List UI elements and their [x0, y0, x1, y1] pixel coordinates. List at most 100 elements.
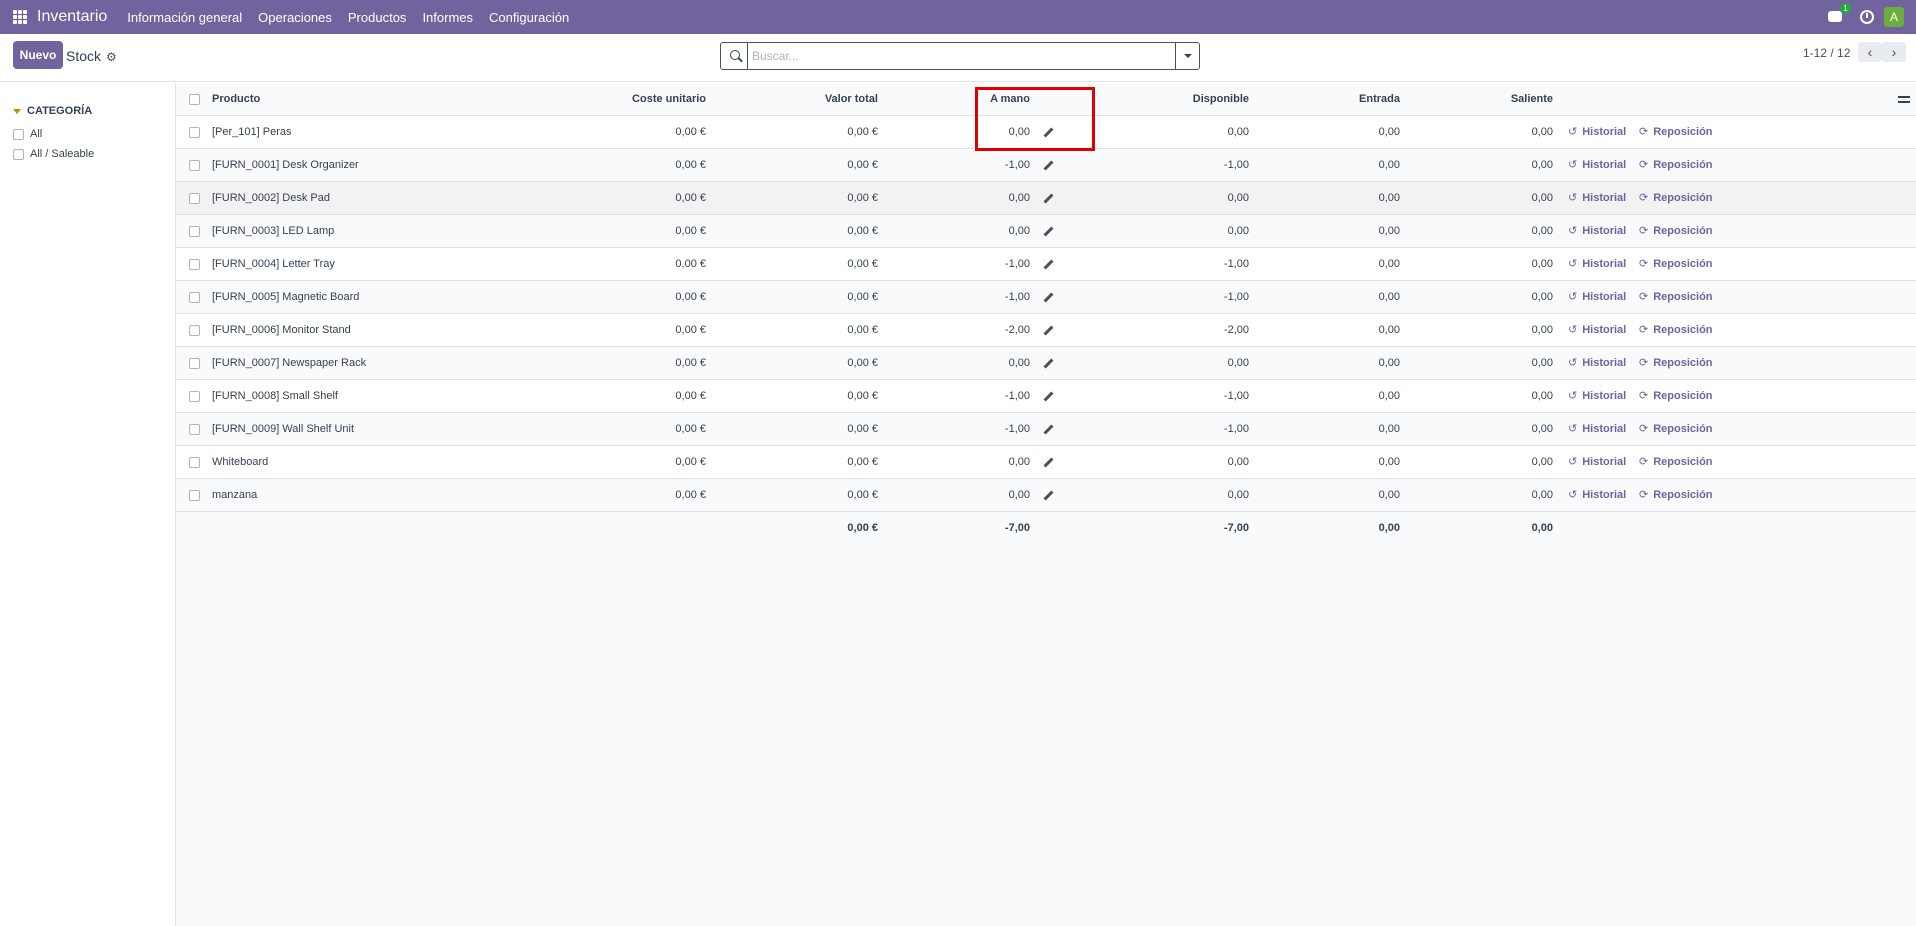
table-row[interactable]: [Per_101] Peras 0,00 € 0,00 € 0,00 0,00 … — [176, 116, 1916, 149]
category-checkbox[interactable] — [13, 128, 24, 140]
on-hand-sum: -7,00 — [1004, 522, 1030, 534]
edit-pencil-icon[interactable] — [1044, 491, 1054, 501]
replenish-button[interactable]: ⟳ Reposición — [1639, 248, 1713, 281]
row-checkbox[interactable] — [189, 160, 200, 171]
search-input[interactable] — [747, 43, 1175, 69]
header-total-value[interactable]: Valor total — [736, 83, 878, 116]
history-button[interactable]: ↺ Historial — [1568, 281, 1626, 314]
table-row[interactable]: [FURN_0007] Newspaper Rack 0,00 € 0,00 €… — [176, 347, 1916, 380]
row-checkbox[interactable] — [189, 391, 200, 402]
incoming-qty: 0,00 — [1378, 159, 1400, 171]
top-navbar: Inventario Información general Operacion… — [0, 0, 1916, 34]
refresh-icon: ⟳ — [1639, 456, 1649, 468]
incoming-qty: 0,00 — [1378, 390, 1400, 402]
history-button[interactable]: ↺ Historial — [1568, 446, 1626, 479]
edit-pencil-icon[interactable] — [1044, 227, 1054, 237]
replenish-button[interactable]: ⟳ Reposición — [1639, 446, 1713, 479]
row-checkbox[interactable] — [189, 424, 200, 435]
row-checkbox[interactable] — [189, 490, 200, 501]
row-checkbox[interactable] — [189, 358, 200, 369]
history-button[interactable]: ↺ Historial — [1568, 149, 1626, 182]
pager-next-icon[interactable]: › — [1882, 42, 1906, 62]
gear-icon[interactable]: ⚙ — [106, 50, 117, 64]
header-available[interactable]: Disponible — [1076, 83, 1249, 116]
row-checkbox[interactable] — [189, 226, 200, 237]
edit-pencil-icon[interactable] — [1044, 194, 1054, 204]
activity-clock-icon[interactable] — [1860, 10, 1874, 24]
pager-previous-icon[interactable]: ‹ — [1858, 42, 1882, 62]
replenish-button[interactable]: ⟳ Reposición — [1639, 116, 1713, 149]
edit-pencil-icon[interactable] — [1044, 392, 1054, 402]
menu-configuracion[interactable]: Configuración — [489, 10, 569, 25]
outgoing-qty: 0,00 — [1531, 192, 1553, 204]
edit-pencil-icon[interactable] — [1044, 425, 1054, 435]
row-checkbox[interactable] — [189, 193, 200, 204]
menu-productos[interactable]: Productos — [348, 10, 407, 25]
new-button[interactable]: Nuevo — [13, 41, 63, 69]
search-icon[interactable] — [721, 43, 747, 69]
history-button[interactable]: ↺ Historial — [1568, 116, 1626, 149]
edit-pencil-icon[interactable] — [1044, 359, 1054, 369]
header-on-hand[interactable]: A mano — [936, 83, 1030, 116]
edit-pencil-icon[interactable] — [1044, 128, 1054, 138]
replenish-button[interactable]: ⟳ Reposición — [1639, 413, 1713, 446]
history-button[interactable]: ↺ Historial — [1568, 380, 1626, 413]
replenish-button[interactable]: ⟳ Reposición — [1639, 347, 1713, 380]
edit-pencil-icon[interactable] — [1044, 161, 1054, 171]
app-brand[interactable]: Inventario — [37, 8, 107, 26]
table-row[interactable]: Whiteboard 0,00 € 0,00 € 0,00 0,00 0,00 … — [176, 446, 1916, 479]
header-incoming[interactable]: Entrada — [1276, 83, 1400, 116]
category-checkbox[interactable] — [13, 148, 24, 160]
apps-grid-icon[interactable] — [13, 10, 27, 24]
replenish-button[interactable]: ⟳ Reposición — [1639, 149, 1713, 182]
category-item-saleable[interactable]: All / Saleable — [13, 148, 94, 160]
history-button[interactable]: ↺ Historial — [1568, 182, 1626, 215]
select-all-checkbox[interactable] — [189, 94, 200, 105]
table-row[interactable]: [FURN_0006] Monitor Stand 0,00 € 0,00 € … — [176, 314, 1916, 347]
row-checkbox[interactable] — [189, 457, 200, 468]
history-button[interactable]: ↺ Historial — [1568, 413, 1626, 446]
pager-value[interactable]: 1-12 / 12 — [1803, 46, 1850, 60]
row-checkbox[interactable] — [189, 127, 200, 138]
user-avatar[interactable]: A — [1884, 7, 1904, 27]
table-row[interactable]: [FURN_0001] Desk Organizer 0,00 € 0,00 €… — [176, 149, 1916, 182]
table-row[interactable]: [FURN_0004] Letter Tray 0,00 € 0,00 € -1… — [176, 248, 1916, 281]
menu-operaciones[interactable]: Operaciones — [258, 10, 332, 25]
history-button[interactable]: ↺ Historial — [1568, 479, 1626, 512]
replenish-button[interactable]: ⟳ Reposición — [1639, 479, 1713, 512]
edit-pencil-icon[interactable] — [1044, 326, 1054, 336]
header-unit-cost[interactable]: Coste unitario — [576, 83, 706, 116]
total-value: 0,00 € — [847, 456, 878, 468]
edit-pencil-icon[interactable] — [1044, 458, 1054, 468]
menu-informes[interactable]: Informes — [422, 10, 473, 25]
table-row[interactable]: [FURN_0003] LED Lamp 0,00 € 0,00 € 0,00 … — [176, 215, 1916, 248]
category-item-all[interactable]: All — [13, 128, 42, 140]
table-row[interactable]: [FURN_0005] Magnetic Board 0,00 € 0,00 €… — [176, 281, 1916, 314]
row-checkbox[interactable] — [189, 259, 200, 270]
edit-pencil-icon[interactable] — [1044, 293, 1054, 303]
chat-icon[interactable]: 1 — [1828, 3, 1851, 25]
table-row[interactable]: [FURN_0002] Desk Pad 0,00 € 0,00 € 0,00 … — [176, 182, 1916, 215]
replenish-button[interactable]: ⟳ Reposición — [1639, 215, 1713, 248]
header-product[interactable]: Producto — [212, 83, 260, 116]
control-panel: Nuevo Stock ⚙ 1-12 / 12 ‹ › — [0, 34, 1916, 82]
header-outgoing[interactable]: Saliente — [1426, 83, 1553, 116]
replenish-button[interactable]: ⟳ Reposición — [1639, 182, 1713, 215]
history-button[interactable]: ↺ Historial — [1568, 347, 1626, 380]
table-row[interactable]: [FURN_0009] Wall Shelf Unit 0,00 € 0,00 … — [176, 413, 1916, 446]
table-row[interactable]: [FURN_0008] Small Shelf 0,00 € 0,00 € -1… — [176, 380, 1916, 413]
menu-informacion-general[interactable]: Información general — [127, 10, 242, 25]
replenish-button[interactable]: ⟳ Reposición — [1639, 380, 1713, 413]
table-row[interactable]: manzana 0,00 € 0,00 € 0,00 0,00 0,00 0,0… — [176, 479, 1916, 512]
history-button[interactable]: ↺ Historial — [1568, 248, 1626, 281]
row-checkbox[interactable] — [189, 292, 200, 303]
row-checkbox[interactable] — [189, 325, 200, 336]
history-button[interactable]: ↺ Historial — [1568, 215, 1626, 248]
replenish-button[interactable]: ⟳ Reposición — [1639, 281, 1713, 314]
edit-pencil-icon[interactable] — [1044, 260, 1054, 270]
search-options-toggle-icon[interactable] — [1175, 43, 1199, 69]
unit-cost: 0,00 € — [675, 390, 706, 402]
history-button[interactable]: ↺ Historial — [1568, 314, 1626, 347]
replenish-button[interactable]: ⟳ Reposición — [1639, 314, 1713, 347]
optional-columns-icon[interactable] — [1898, 93, 1910, 105]
